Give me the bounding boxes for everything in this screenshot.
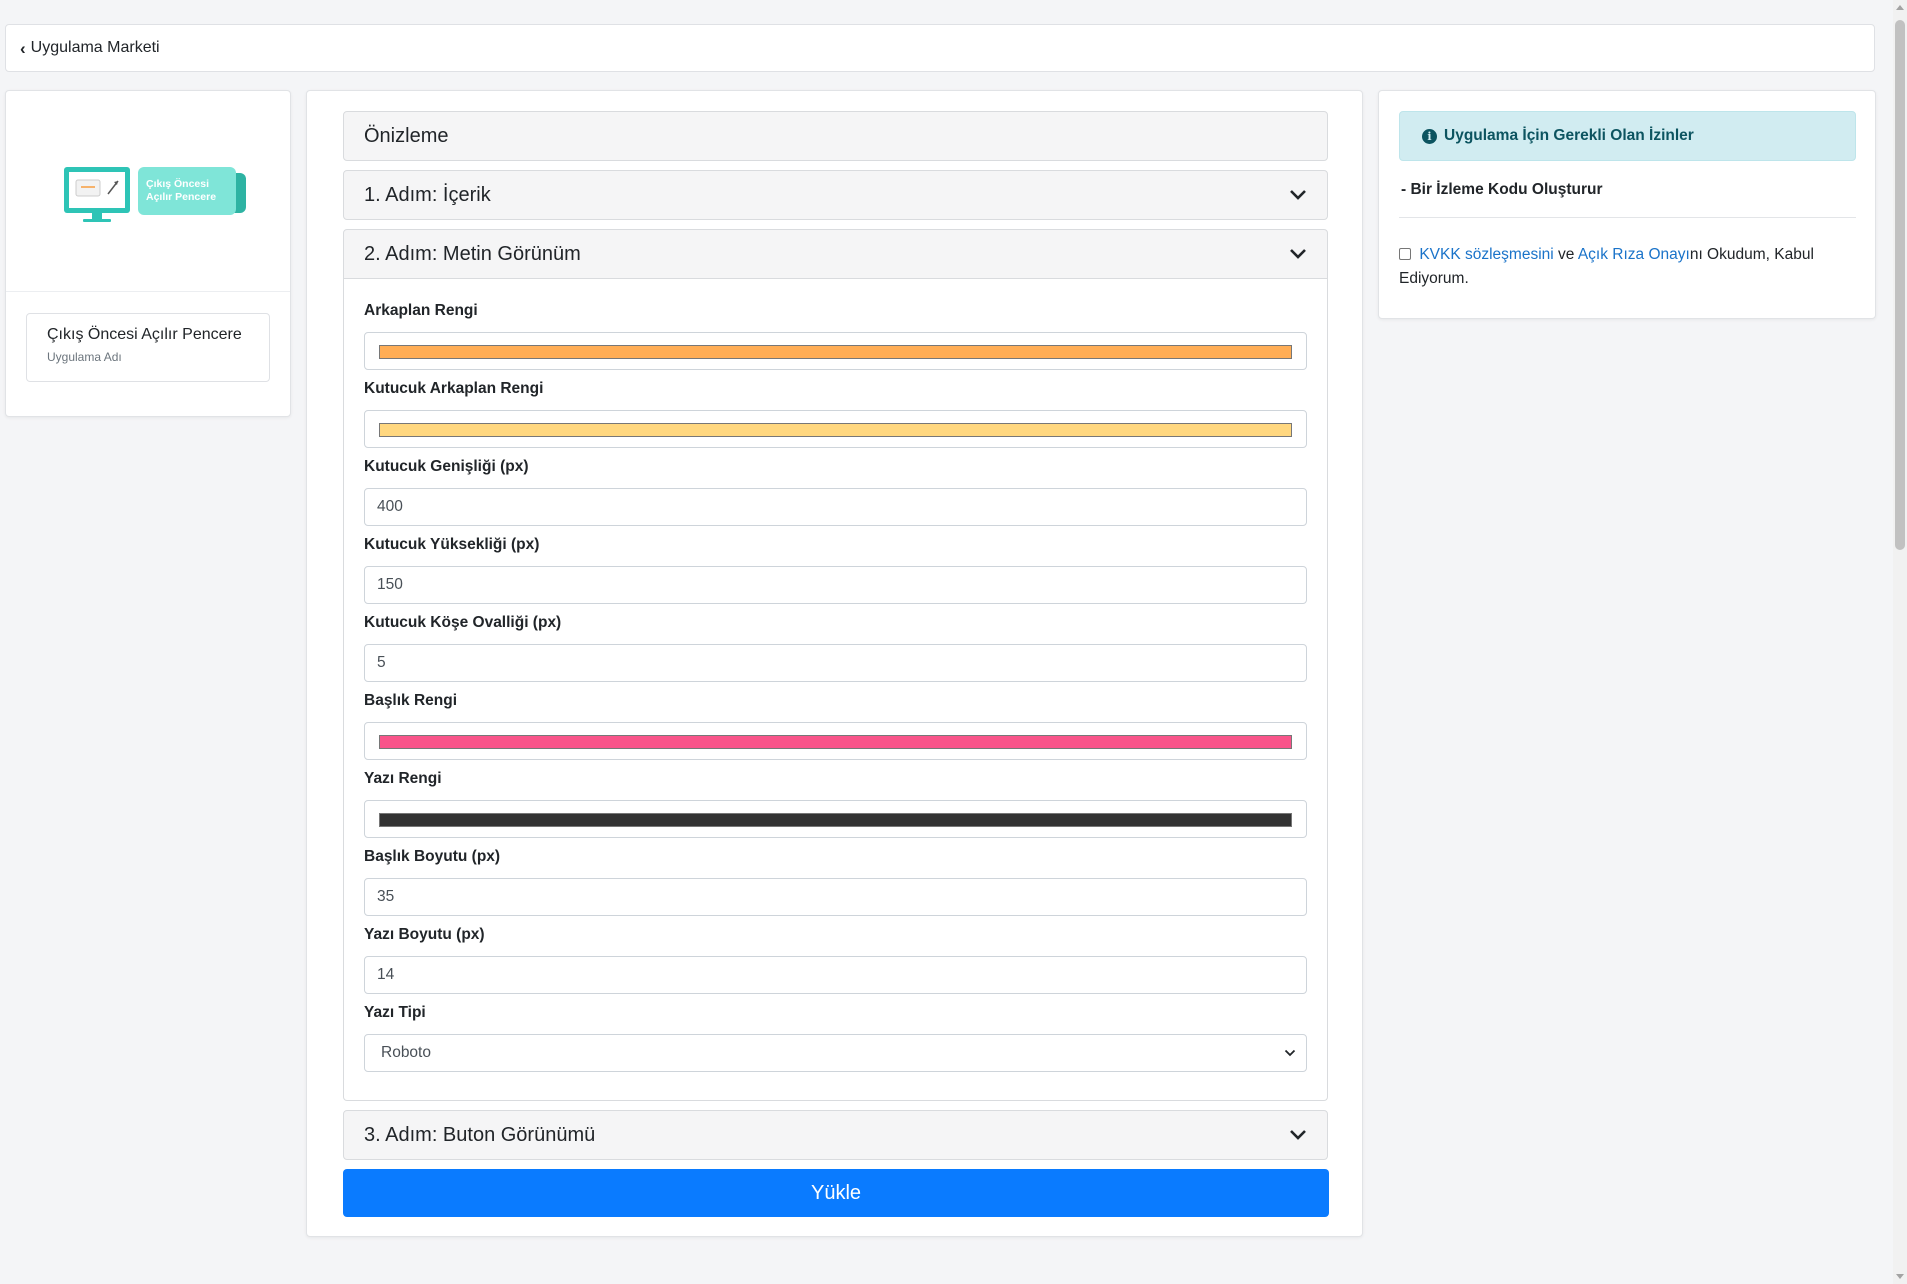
text-color-picker[interactable] (364, 800, 1307, 838)
box-width-input[interactable] (364, 488, 1307, 526)
top-navigation-bar: ‹ Uygulama Marketi (5, 24, 1875, 72)
accordion-preview-header[interactable]: Önizleme (343, 111, 1328, 161)
app-name-caption: Uygulama Adı (47, 350, 122, 364)
text-color-label: Yazı Rengi (364, 770, 442, 787)
title-size-input[interactable] (364, 878, 1307, 916)
text-size-input[interactable] (364, 956, 1307, 994)
permissions-title: Uygulama İçin Gerekli Olan İzinler (1444, 127, 1694, 144)
title-color-swatch (379, 735, 1292, 749)
app-name: Çıkış Öncesi Açılır Pencere (47, 326, 242, 343)
app-name-box: Çıkış Öncesi Açılır Pencere Uygulama Adı (26, 313, 270, 382)
permissions-card: i Uygulama İçin Gerekli Olan İzinler - B… (1378, 90, 1876, 319)
svg-text:Çıkış Öncesi: Çıkış Öncesi (146, 177, 209, 190)
box-radius-input[interactable] (364, 644, 1307, 682)
box-width-label: Kutucuk Genişliği (px) (364, 458, 529, 475)
bg-color-swatch (379, 345, 1292, 359)
app-settings-card: Önizleme 1. Adım: İçerik 2. Adım: Metin … (306, 90, 1363, 1237)
back-to-market-link[interactable]: ‹ Uygulama Marketi (20, 39, 160, 57)
chevron-down-icon (1290, 249, 1306, 259)
title-color-picker[interactable] (364, 722, 1307, 760)
app-info-card: Çıkış Öncesi Açılır Pencere Çıkış Öncesi… (5, 90, 291, 417)
font-select[interactable]: Roboto (364, 1034, 1307, 1072)
consent-text: KVKK sözleşmesini ve Açık Rıza Onayını O… (1399, 243, 1839, 291)
box-bg-color-swatch (379, 423, 1292, 437)
explicit-consent-link[interactable]: Açık Rıza Onayı (1578, 246, 1690, 263)
scroll-down-icon[interactable] (1896, 1274, 1904, 1279)
box-height-input[interactable] (364, 566, 1307, 604)
box-bg-color-label: Kutucuk Arkaplan Rengi (364, 380, 544, 397)
font-label: Yazı Tipi (364, 1004, 426, 1021)
chevron-down-icon (1284, 1049, 1296, 1057)
info-icon: i (1422, 128, 1437, 144)
accordion-step1-title: 1. Adım: İçerik (364, 183, 491, 206)
permissions-alert: i Uygulama İçin Gerekli Olan İzinler (1399, 111, 1856, 161)
text-size-label: Yazı Boyutu (px) (364, 926, 485, 943)
page-scrollbar[interactable] (1893, 0, 1907, 1284)
app-illustration: Çıkış Öncesi Açılır Pencere (64, 167, 246, 222)
permission-item: - Bir İzleme Kodu Oluşturur (1401, 181, 1603, 198)
scrollbar-thumb[interactable] (1895, 20, 1905, 550)
accordion-step2-header[interactable]: 2. Adım: Metin Görünüm (343, 229, 1328, 279)
box-height-label: Kutucuk Yüksekliği (px) (364, 536, 540, 553)
scroll-up-icon[interactable] (1896, 5, 1904, 10)
accordion-step3-header[interactable]: 3. Adım: Buton Görünümü (343, 1110, 1328, 1160)
app-thumbnail: Çıkış Öncesi Açılır Pencere (6, 91, 290, 292)
title-size-label: Başlık Boyutu (px) (364, 848, 501, 865)
text-color-swatch (379, 813, 1292, 827)
chevron-left-icon: ‹ (20, 38, 26, 58)
box-bg-color-picker[interactable] (364, 410, 1307, 448)
divider (1399, 217, 1856, 218)
consent-checkbox[interactable] (1399, 248, 1411, 260)
accordion-step2-title: 2. Adım: Metin Görünüm (364, 242, 581, 265)
bg-color-picker[interactable] (364, 332, 1307, 370)
font-select-value: Roboto (381, 1044, 431, 1061)
upload-button[interactable]: Yükle (343, 1169, 1329, 1217)
consent-connector: ve (1553, 246, 1578, 263)
kvkk-link[interactable]: KVKK sözleşmesini (1419, 246, 1553, 263)
bg-color-label: Arkaplan Rengi (364, 302, 478, 319)
chevron-down-icon (1290, 190, 1306, 200)
box-radius-label: Kutucuk Köşe Ovalliği (px) (364, 614, 562, 631)
accordion-preview-title: Önizleme (364, 124, 449, 147)
accordion-step3-title: 3. Adım: Buton Görünümü (364, 1123, 596, 1146)
title-color-label: Başlık Rengi (364, 692, 458, 709)
svg-text:Açılır Pencere: Açılır Pencere (146, 191, 216, 203)
accordion-step1-header[interactable]: 1. Adım: İçerik (343, 170, 1328, 220)
back-link-label: Uygulama Marketi (30, 39, 160, 56)
chevron-down-icon (1290, 1130, 1306, 1140)
